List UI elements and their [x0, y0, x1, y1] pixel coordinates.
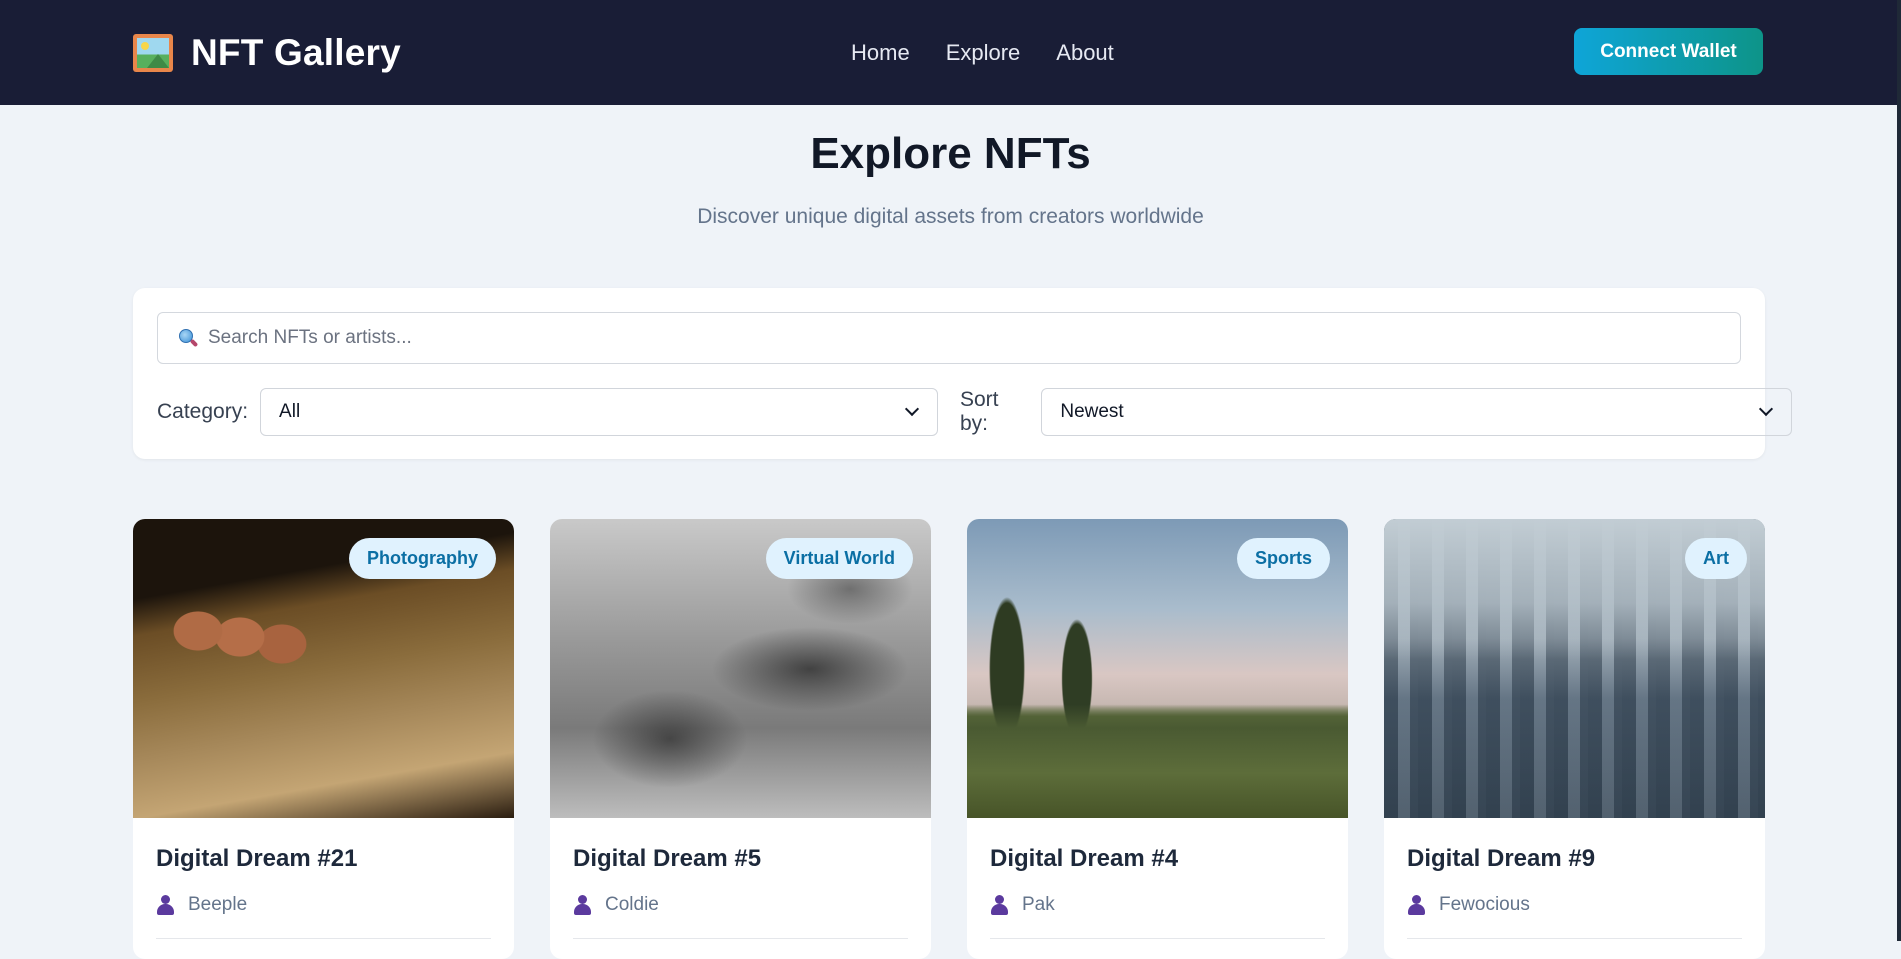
nft-image[interactable]: Art	[1384, 519, 1765, 818]
nft-card[interactable]: Photography Digital Dream #21 Beeple	[133, 519, 514, 959]
nft-title: Digital Dream #5	[573, 845, 762, 872]
category-badge: Art	[1685, 538, 1747, 579]
nft-title: Digital Dream #9	[1407, 845, 1596, 872]
brand-name: NFT Gallery	[191, 31, 401, 73]
user-icon	[1407, 895, 1426, 915]
category-badge: Sports	[1236, 538, 1330, 579]
sort-selected-value: Newest	[1060, 401, 1124, 422]
category-select[interactable]: All	[260, 388, 939, 436]
nft-artist: Beeple	[156, 894, 247, 916]
category-selected-value: All	[279, 401, 301, 422]
nft-title: Digital Dream #4	[990, 845, 1179, 872]
artist-name: Coldie	[605, 894, 659, 915]
nft-image[interactable]: Sports	[967, 519, 1348, 818]
chevron-down-icon	[1758, 401, 1773, 417]
nft-artist: Coldie	[573, 894, 659, 916]
nft-card[interactable]: Sports Digital Dream #4 Pak	[967, 519, 1348, 959]
nft-card[interactable]: Virtual World Digital Dream #5 Coldie	[550, 519, 931, 959]
sort-select[interactable]: Newest	[1041, 388, 1792, 436]
chevron-down-icon	[904, 401, 920, 417]
nft-artist: Pak	[990, 894, 1055, 916]
framed-picture-icon	[133, 33, 173, 72]
category-filter: Category: All	[157, 388, 939, 436]
magnifying-glass-icon	[178, 328, 199, 348]
user-icon	[156, 895, 175, 915]
category-label: Category:	[157, 400, 249, 423]
page-scrollbar[interactable]	[1897, 0, 1901, 941]
hero-section: Explore NFTs Discover unique digital ass…	[0, 129, 1901, 229]
nav-home-link[interactable]: Home	[851, 40, 910, 66]
page-title: Explore NFTs	[810, 129, 1091, 178]
card-divider	[1407, 938, 1742, 939]
card-divider	[573, 938, 908, 939]
card-divider	[156, 938, 491, 939]
brand-logo[interactable]: NFT Gallery	[133, 32, 401, 74]
user-icon	[990, 895, 1009, 915]
connect-wallet-button[interactable]: Connect Wallet	[1574, 28, 1763, 75]
nft-artist: Fewocious	[1407, 894, 1530, 916]
nav-explore-link[interactable]: Explore	[946, 40, 1021, 66]
nft-card[interactable]: Art Digital Dream #9 Fewocious	[1384, 519, 1765, 959]
artist-name: Fewocious	[1439, 894, 1530, 915]
main-nav: Home Explore About	[851, 0, 1114, 105]
nav-about-link[interactable]: About	[1056, 40, 1114, 66]
filter-panel: Search NFTs or artists... Category: All …	[133, 288, 1792, 459]
page-subtitle: Discover unique digital assets from crea…	[697, 205, 1204, 228]
search-input[interactable]: Search NFTs or artists...	[157, 312, 1741, 364]
category-badge: Virtual World	[765, 538, 913, 579]
artist-name: Beeple	[188, 894, 248, 915]
sort-label: Sort by:	[960, 388, 999, 435]
search-placeholder: Search NFTs or artists...	[208, 327, 412, 348]
nft-title: Digital Dream #21	[156, 845, 358, 872]
user-icon	[573, 895, 592, 915]
card-divider	[990, 938, 1325, 939]
sort-filter: Sort by: Newest	[960, 388, 1792, 436]
category-badge: Photography	[349, 538, 496, 579]
nft-image[interactable]: Photography	[133, 519, 514, 818]
nft-image[interactable]: Virtual World	[550, 519, 931, 818]
artist-name: Pak	[1022, 894, 1055, 915]
top-navbar: NFT Gallery Home Explore About Connect W…	[0, 0, 1901, 105]
